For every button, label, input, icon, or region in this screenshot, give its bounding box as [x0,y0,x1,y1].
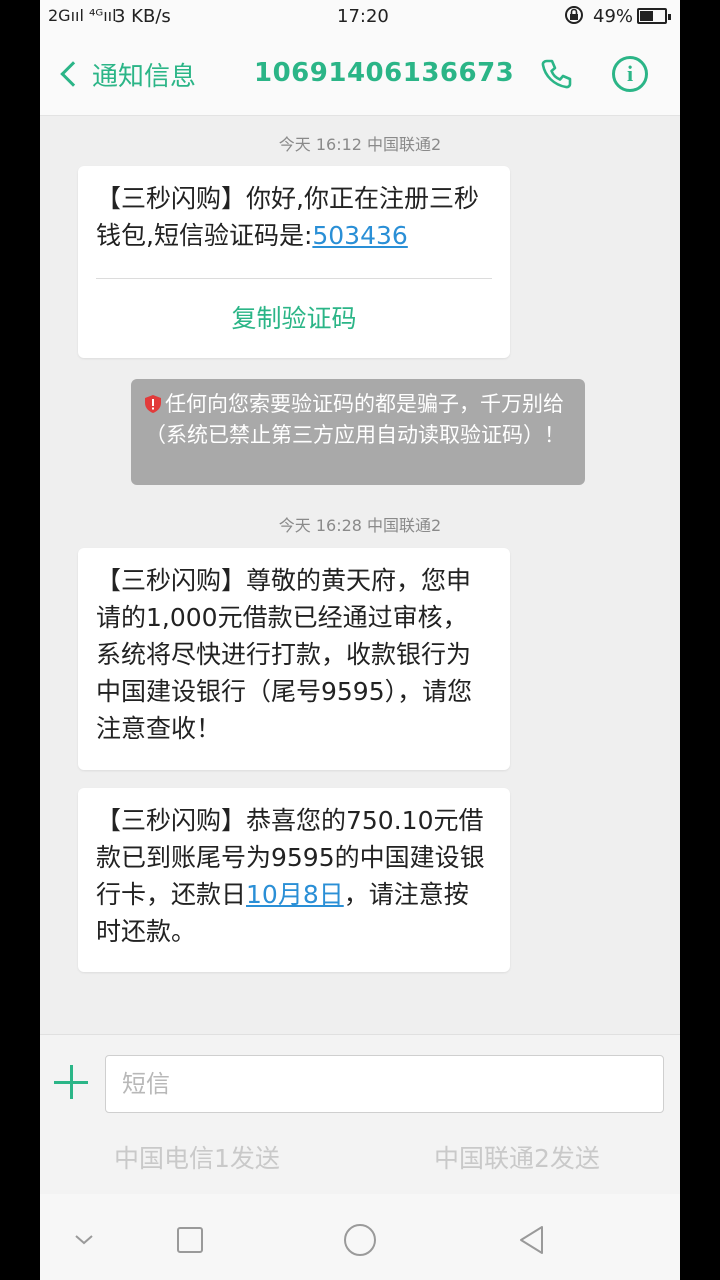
back-label: 通知信息 [92,61,197,92]
clock: 17:20 [337,6,389,27]
network-speed: 3 KB/s [114,6,171,27]
message-bubble[interactable]: 【三秒闪购】你好,你正在注册三秒钱包,短信验证码是:503436 复制验证码 [78,166,510,358]
square-icon[interactable] [170,1220,210,1260]
date-link[interactable]: 10月8日 [246,880,344,909]
message-composer: 中国电信1发送 中国联通2发送 [40,1034,680,1194]
send-sim1-button[interactable]: 中国电信1发送 [114,1139,280,1175]
security-warning: 任何向您索要验证码的都是骗子，千万别给（系统已禁止第三方应用自动读取验证码）！ [131,379,585,485]
verification-code-link[interactable]: 503436 [312,221,407,250]
navigation-bar [40,1194,680,1280]
chevron-left-icon [60,61,86,87]
bubble-divider [96,278,492,279]
message-text: 【三秒闪购】你好,你正在注册三秒钱包,短信验证码是: [96,184,479,250]
rotation-lock-icon [564,5,584,30]
shield-icon [145,391,161,413]
info-icon[interactable]: i [612,56,648,92]
plus-icon[interactable] [54,1065,90,1101]
battery-icon [637,8,671,24]
phone-icon[interactable] [538,56,574,92]
message-timestamp: 今天 16:12 中国联通2 [278,135,442,154]
status-bar: 2Gııl ⁴ᴳııl 3 KB/s 17:20 49% [40,0,680,34]
back-button[interactable]: 通知信息 [58,54,196,94]
message-input[interactable] [105,1055,664,1113]
send-sim2-button[interactable]: 中国联通2发送 [434,1139,600,1175]
message-bubble[interactable]: 【三秒闪购】恭喜您的750.10元借款已到账尾号为9595的中国建设银行卡，还款… [78,788,510,972]
circle-icon[interactable] [340,1220,380,1260]
conversation-header: 通知信息 10691406136673 i [40,34,680,116]
phone-screen: 2Gııl ⁴ᴳııl 3 KB/s 17:20 49% 通知信息 106914… [40,0,680,1280]
chevron-down-icon[interactable] [64,1220,104,1260]
message-bubble[interactable]: 【三秒闪购】尊敬的黄天府，您申请的1,000元借款已经通过审核，系统将尽快进行打… [78,548,510,770]
sender-number: 10691406136673 [254,58,515,88]
triangle-back-icon[interactable] [512,1220,552,1260]
warning-text: 任何向您索要验证码的都是骗子，千万别给（系统已禁止第三方应用自动读取验证码）！ [145,392,565,447]
message-text: 【三秒闪购】尊敬的黄天府，您申请的1,000元借款已经通过审核，系统将尽快进行打… [96,566,473,743]
battery-percent: 49% [593,6,634,27]
copy-code-button[interactable]: 复制验证码 [78,300,510,337]
signal-icon: 2Gııl ⁴ᴳııl [48,6,117,25]
message-timestamp: 今天 16:28 中国联通2 [278,516,442,535]
